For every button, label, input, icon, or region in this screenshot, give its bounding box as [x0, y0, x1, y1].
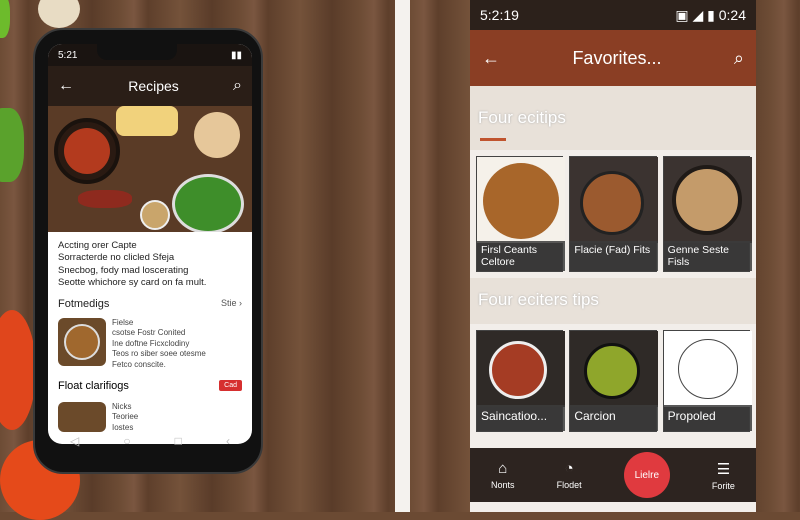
description-line: Seotte whichore sy card on fa mult.: [58, 277, 207, 289]
divider: [395, 0, 410, 512]
left-phone-screen: 5:21 ▮▮ ← Recipes ⌕ Accting orer Capte S…: [48, 44, 252, 444]
home-icon: ⌂: [498, 460, 508, 477]
recipe-thumbnail: [58, 318, 106, 366]
home-icon[interactable]: ○: [123, 434, 130, 448]
section-title: Fotmedigs: [58, 298, 110, 310]
recipe-grid: Saincatioo... Carcion Propoled: [470, 324, 756, 438]
list-line: Ine doftne Ficxclodiny: [112, 338, 190, 348]
description-line: Accting orer Capte: [58, 240, 137, 251]
recipe-card-image: [570, 157, 659, 243]
spice-bowl-image: [140, 200, 170, 230]
list-item[interactable]: Fielse csotse Fostr Conited Ine doftne F…: [48, 314, 252, 374]
recipe-card-label: Firsl Ceants Celtore: [477, 241, 565, 271]
section-banner: Four ecitips: [470, 86, 756, 150]
recipe-card[interactable]: Genne Seste Fisls: [662, 156, 752, 272]
nav-item-menu[interactable]: ☰ Forite: [712, 460, 735, 491]
nav-item-home[interactable]: ⌂ Nonts: [491, 460, 515, 490]
section-title: Four eciters tips: [478, 290, 599, 309]
status-time: 5:21: [58, 49, 78, 61]
recipe-card-label: Genne Seste Fisls: [663, 241, 752, 271]
list-item-text: Fielse csotse Fostr Conited Ine doftne F…: [112, 318, 206, 370]
salad-bowl-image: [172, 174, 244, 232]
search-icon[interactable]: ⌕: [734, 48, 744, 69]
back-icon[interactable]: ◁: [70, 434, 79, 448]
right-phone-screen: 5:2:19 ▣ ◢ ▮ 0:24 ← Favorites... ⌕ Four …: [470, 0, 756, 512]
recipe-card-image: [570, 331, 659, 407]
title-underline: [480, 138, 506, 141]
nav-item-timer[interactable]: ◔ Flodet: [557, 460, 582, 490]
page-title: Favorites...: [572, 47, 662, 68]
section-title: Four ecitips: [478, 108, 566, 127]
recipe-card[interactable]: Propoled: [662, 330, 752, 432]
recipe-card-image: [477, 157, 565, 243]
recipe-card[interactable]: Saincatioo...: [476, 330, 565, 432]
section-banner: Four eciters tips: [470, 278, 756, 324]
phone-notch: [97, 42, 177, 60]
menu-icon: ☰: [716, 460, 731, 478]
app-bar: ← Favorites... ⌕: [470, 30, 756, 86]
pasta-sauce-image: [64, 128, 110, 174]
status-right-text: 0:24: [718, 6, 746, 23]
bottom-nav: ⌂ Nonts ◔ Flodet Lielre ☰ Forite: [470, 448, 756, 502]
back-arrow-icon[interactable]: ←: [482, 48, 500, 69]
nav-label: Flodet: [556, 480, 582, 490]
list-line: Nicks: [112, 401, 132, 411]
recipe-grid: Firsl Ceants Celtore Flacie (Fad) Fits G…: [470, 150, 756, 278]
section-badge[interactable]: Cad: [219, 380, 242, 392]
recipe-card[interactable]: Firsl Ceants Celtore: [476, 156, 565, 272]
list-line: Teoriee: [112, 412, 139, 422]
recents-icon[interactable]: □: [175, 434, 182, 448]
recipe-card-label: Propoled: [663, 405, 752, 431]
nav-label: Nonts: [491, 480, 515, 490]
list-line: csotse Fostr Conited: [112, 328, 186, 338]
add-fab-button[interactable]: Lielre: [623, 452, 670, 498]
recipe-card-label: Flacie (Fad) Fits: [570, 241, 659, 271]
recipe-card[interactable]: Carcion: [569, 330, 659, 432]
see-all-link[interactable]: Stie ›: [221, 298, 242, 310]
status-time: 5:2:19: [480, 7, 519, 23]
status-bar: 5:2:19 ▣ ◢ ▮ 0:24: [470, 0, 756, 30]
search-icon[interactable]: ⌕: [233, 77, 242, 95]
back-arrow-icon[interactable]: ←: [58, 77, 74, 95]
description-line: Snecbog, fody mad loscerating: [58, 264, 189, 276]
section-title: Float clarifiogs: [58, 379, 129, 392]
pepper-decoration: [0, 108, 24, 182]
status-icons: ▣ ◢ ▮ 0:24: [675, 6, 746, 23]
timer-icon: ◔: [564, 460, 574, 477]
nav-label: Forite: [711, 480, 735, 491]
list-line: Fetco conscite.: [112, 359, 166, 369]
left-phone: 5:21 ▮▮ ← Recipes ⌕ Accting orer Capte S…: [33, 28, 263, 474]
recipe-card-label: Carcion: [570, 405, 659, 431]
list-line: Teos ro siber soee otesme: [112, 349, 206, 359]
recipe-card-image: [663, 157, 752, 243]
section-header: Float clarifiogs Cad: [48, 374, 252, 398]
recipe-card-image: [477, 331, 565, 407]
description-line: Sorracterde no clicled Sfeja: [58, 252, 175, 264]
page-title: Recipes: [128, 78, 179, 94]
section-header: Fotmedigs Stie ›: [48, 294, 252, 314]
system-nav-bar: ◁ ○ □ ‹: [48, 426, 252, 456]
fab-label: Lielre: [634, 469, 660, 481]
sausage-image: [78, 190, 132, 208]
recipe-card[interactable]: Flacie (Fad) Fits: [569, 156, 659, 272]
recipe-card-label: Saincatioo...: [477, 405, 565, 431]
recipe-card-image: [663, 331, 752, 407]
battery-icon: ▮▮: [230, 49, 242, 61]
app-bar: ← Recipes ⌕: [48, 66, 252, 106]
bread-image: [194, 112, 240, 158]
recipe-description: Accting orer Capte Sorracterde no clicle…: [48, 232, 252, 294]
bowl-image: [116, 106, 178, 136]
chevron-left-icon[interactable]: ‹: [226, 434, 230, 448]
list-line: Fielse: [112, 318, 134, 327]
hero-image: [48, 106, 252, 232]
